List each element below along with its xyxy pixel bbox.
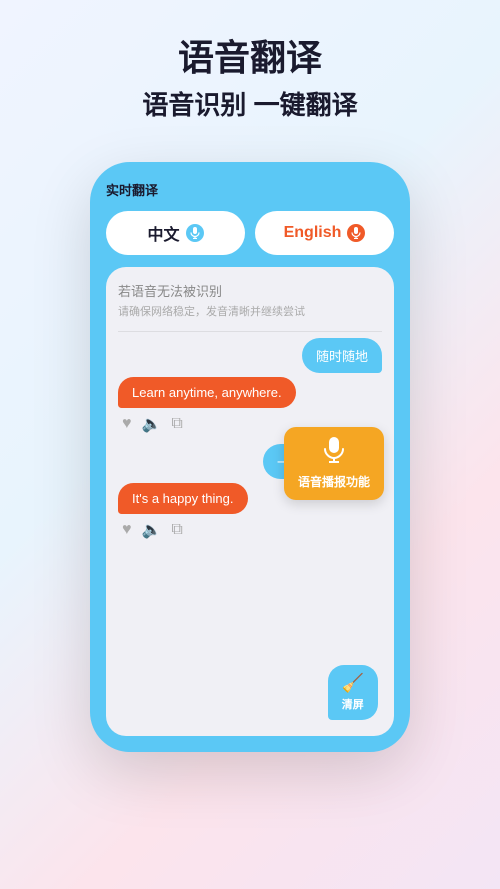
- phone-frame: 实时翻译 中文 English: [90, 162, 410, 752]
- tooltip-bubble: 语音播报功能: [284, 427, 384, 500]
- action-row-2: ♥ 🔈 ⧉: [118, 518, 382, 542]
- recognition-sub: 请确保网络稳定，发音清晰并继续尝试: [118, 303, 382, 319]
- recognition-hint: 若语音无法被识别 请确保网络稳定，发音清晰并继续尝试: [118, 281, 382, 319]
- phone-wrapper: 实时翻译 中文 English: [90, 162, 410, 752]
- message-row-1: 随时随地 Learn anytime, anywhere. ♥ 🔈 ⧉: [118, 338, 382, 436]
- bubble-left-2: It's a happy thing.: [118, 483, 248, 514]
- bubble-left-1: Learn anytime, anywhere.: [118, 377, 296, 408]
- clear-icon: 🧹: [342, 673, 364, 694]
- chinese-lang-button[interactable]: 中文: [106, 211, 245, 255]
- clear-button[interactable]: 🧹 清屏: [328, 665, 378, 720]
- english-lang-button[interactable]: English: [255, 211, 394, 255]
- copy-icon-1[interactable]: ⧉: [171, 415, 182, 433]
- heart-icon-1[interactable]: ♥: [122, 415, 132, 433]
- sub-title: 语音识别 一键翻译: [142, 85, 357, 122]
- tooltip-mic-icon: [323, 437, 345, 469]
- tooltip-text: 语音播报功能: [298, 473, 370, 490]
- phone-content: 实时翻译 中文 English: [106, 180, 394, 736]
- recognition-title: 若语音无法被识别: [118, 281, 382, 300]
- language-bar: 中文 English: [106, 211, 394, 255]
- main-title: 语音翻译: [142, 36, 357, 79]
- heart-icon-2[interactable]: ♥: [122, 521, 132, 539]
- bubble-right-1: 随时随地: [302, 338, 382, 373]
- chat-area: 若语音无法被识别 请确保网络稳定，发音清晰并继续尝试 随时随地 Learn an…: [106, 267, 394, 736]
- volume-icon-1[interactable]: 🔈: [142, 414, 162, 434]
- volume-icon-2[interactable]: 🔈: [142, 520, 162, 540]
- chinese-label: 中文: [147, 221, 179, 245]
- copy-icon-2[interactable]: ⧉: [171, 521, 182, 539]
- phone-label: 实时翻译: [106, 180, 394, 199]
- chinese-mic-icon: [186, 224, 204, 242]
- english-label: English: [284, 224, 342, 242]
- divider: [118, 331, 382, 332]
- english-mic-icon: [347, 224, 365, 242]
- clear-text: 清屏: [342, 696, 364, 712]
- header-section: 语音翻译 语音识别 一键翻译: [122, 0, 377, 142]
